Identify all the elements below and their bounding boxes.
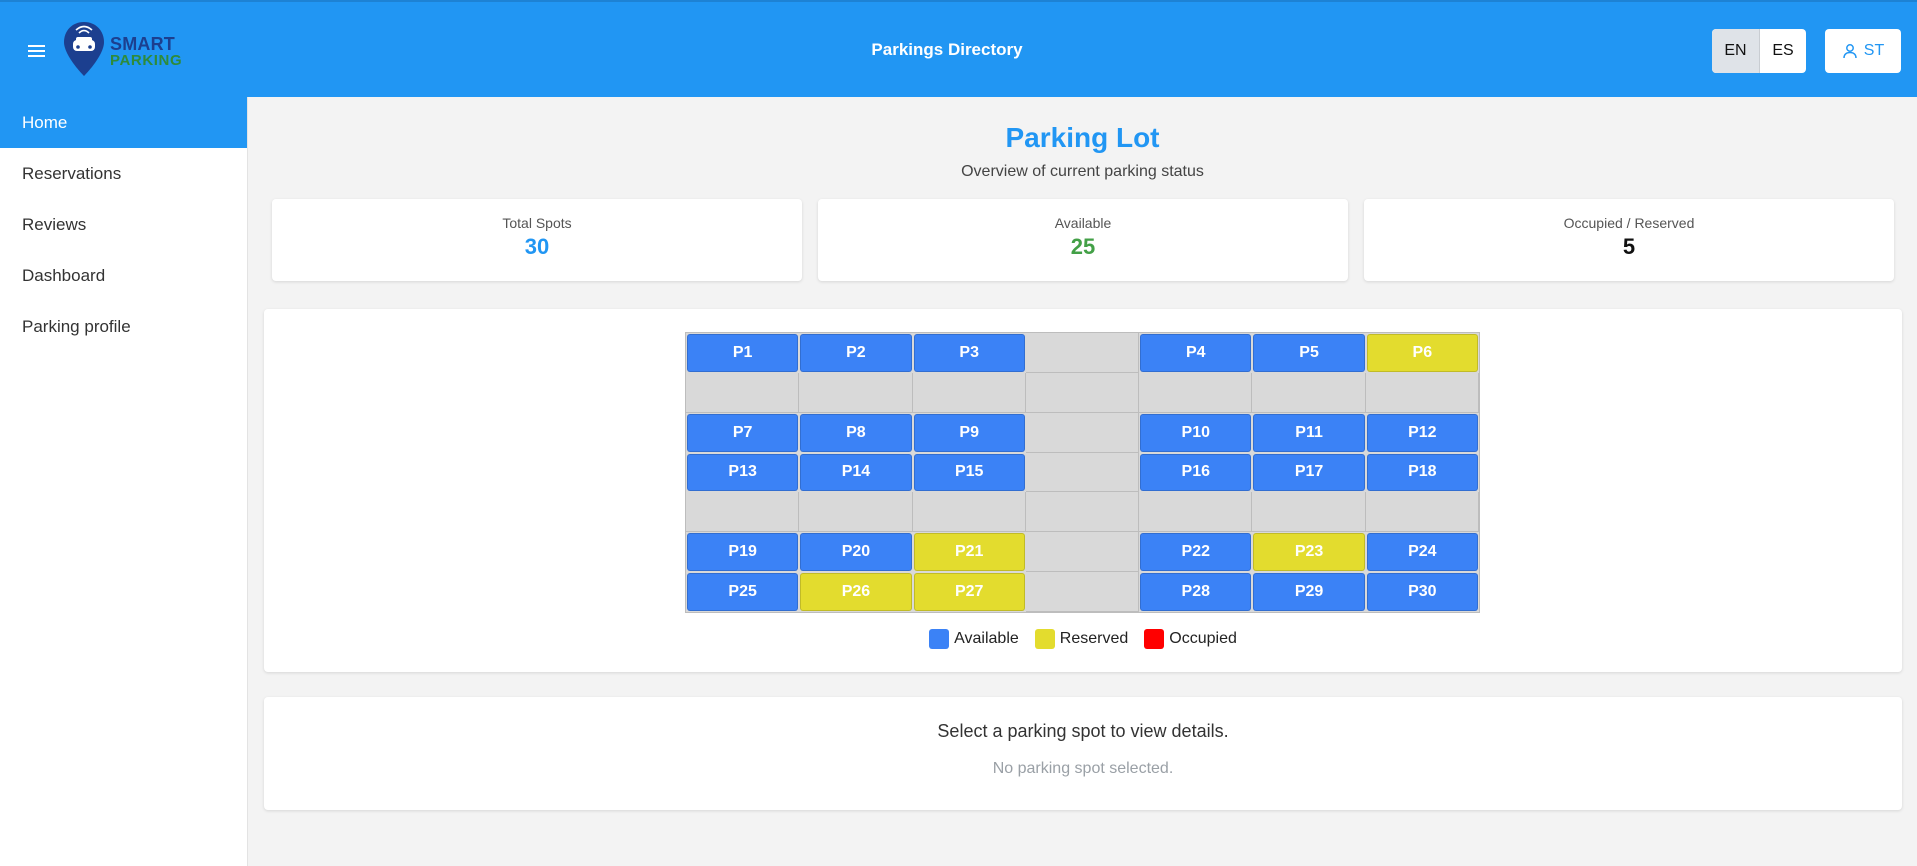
- page-title: Parking Lot: [1005, 122, 1160, 153]
- parking-spot-p19[interactable]: P19: [687, 533, 799, 572]
- details-empty-state: No parking spot selected.: [992, 760, 1174, 777]
- parking-spot-p15[interactable]: P15: [913, 453, 1025, 492]
- parking-spot-p29[interactable]: P29: [1253, 573, 1365, 611]
- parking-spot-p28[interactable]: P28: [1140, 573, 1252, 611]
- empty-lane-cell: [686, 372, 800, 413]
- parking-spot-p17[interactable]: P17: [1253, 453, 1365, 492]
- stat-card-total: Total Spots 30: [272, 199, 802, 281]
- empty-lane-cell: [912, 372, 1026, 413]
- sidebar-item-home[interactable]: Home: [0, 97, 247, 148]
- parking-spot-p4[interactable]: P4: [1140, 334, 1252, 372]
- stat-total-label: Total Spots: [502, 215, 572, 231]
- user-menu-button[interactable]: ST: [1825, 29, 1901, 73]
- parking-spot-p8[interactable]: P8: [800, 413, 912, 452]
- empty-lane-cell: [1025, 572, 1140, 612]
- parking-spot-p7[interactable]: P7: [687, 413, 799, 452]
- page-subtitle: Overview of current parking status: [961, 163, 1204, 180]
- sidebar-item-reviews[interactable]: Reviews: [0, 199, 247, 250]
- empty-lane-cell: [1139, 492, 1253, 533]
- parking-spot-p1[interactable]: P1: [687, 334, 799, 372]
- sidebar: Home Reservations Reviews Dashboard Park…: [0, 97, 248, 866]
- parking-spot-p22[interactable]: P22: [1140, 533, 1252, 572]
- empty-lane-cell: [1025, 452, 1140, 493]
- parking-map-card: P1 P2 P3 P4 P5 P6 P7 P8 P9 P10 P11 P12 P13 P14 P15 P16 P…: [264, 309, 1902, 672]
- legend-swatch-occupied: [1144, 629, 1165, 649]
- parking-spot-p12[interactable]: P12: [1366, 413, 1478, 452]
- legend-label-available: Available: [954, 630, 1019, 647]
- details-prompt: Select a parking spot to view details.: [937, 721, 1229, 741]
- language-en-button[interactable]: EN: [1712, 29, 1759, 73]
- empty-lane-cell: [1025, 333, 1140, 373]
- empty-lane-cell: [1139, 372, 1253, 413]
- parking-spot-p18[interactable]: P18: [1366, 453, 1478, 492]
- legend-swatch-available: [929, 629, 950, 649]
- parking-spot-p10[interactable]: P10: [1140, 413, 1252, 452]
- parking-spot-p21[interactable]: P21: [913, 533, 1025, 572]
- legend-item-reserved: Reserved: [1034, 629, 1129, 649]
- stat-occupied-label: Occupied / Reserved: [1563, 215, 1695, 231]
- parking-spot-p27[interactable]: P27: [913, 573, 1025, 611]
- stat-available-label: Available: [1054, 215, 1112, 231]
- empty-lane-cell: [1252, 372, 1366, 413]
- user-icon: [1843, 44, 1857, 59]
- parking-spot-p16[interactable]: P16: [1140, 453, 1252, 492]
- stat-card-occupied: Occupied / Reserved 5: [1364, 199, 1894, 281]
- empty-lane-cell: [1025, 532, 1140, 573]
- empty-lane-cell: [1252, 492, 1366, 533]
- empty-lane-cell: [686, 492, 800, 533]
- parking-spot-p23[interactable]: P23: [1253, 533, 1365, 572]
- user-initials: ST: [1863, 42, 1885, 59]
- empty-lane-cell: [1025, 372, 1140, 413]
- parking-spot-p30[interactable]: P30: [1366, 573, 1478, 611]
- parking-spot-p24[interactable]: P24: [1366, 533, 1478, 572]
- legend-swatch-reserved: [1034, 629, 1055, 649]
- stat-occupied-value: 5: [1622, 234, 1636, 259]
- empty-lane-cell: [1025, 412, 1140, 453]
- parking-lot-grid: P1 P2 P3 P4 P5 P6 P7 P8 P9 P10 P11 P12 P13 P14 P15 P16 P…: [685, 332, 1480, 613]
- parking-spot-p6[interactable]: P6: [1366, 334, 1478, 372]
- parking-spot-p26[interactable]: P26: [800, 573, 912, 611]
- sidebar-item-parking-profile[interactable]: Parking profile: [0, 301, 247, 352]
- empty-lane-cell: [1365, 492, 1479, 533]
- parking-spot-p11[interactable]: P11: [1253, 413, 1365, 452]
- empty-lane-cell: [799, 372, 913, 413]
- parking-spot-p14[interactable]: P14: [800, 453, 912, 492]
- legend-label-reserved: Reserved: [1059, 630, 1129, 647]
- sidebar-item-dashboard[interactable]: Dashboard: [0, 250, 247, 301]
- parking-spot-p5[interactable]: P5: [1253, 334, 1365, 372]
- parking-spot-p13[interactable]: P13: [687, 453, 799, 492]
- legend-item-occupied: Occupied: [1144, 629, 1237, 649]
- empty-lane-cell: [912, 492, 1026, 533]
- language-switcher: EN ES: [1712, 29, 1806, 73]
- parking-spot-p9[interactable]: P9: [913, 413, 1025, 452]
- top-app-bar: SMART PARKING Parkings Directory EN ES S…: [0, 0, 1917, 97]
- stat-available-value: 25: [1070, 234, 1096, 259]
- parking-spot-p20[interactable]: P20: [800, 533, 912, 572]
- parking-spot-p3[interactable]: P3: [913, 334, 1025, 372]
- header-title: Parkings Directory: [871, 40, 1023, 59]
- spot-details-card: Select a parking spot to view details. N…: [264, 697, 1902, 810]
- stat-card-available: Available 25: [818, 199, 1348, 281]
- stat-total-value: 30: [524, 234, 550, 259]
- empty-lane-cell: [1025, 492, 1140, 533]
- empty-lane-cell: [799, 492, 913, 533]
- parking-spot-p25[interactable]: P25: [687, 573, 799, 611]
- parking-spot-p2[interactable]: P2: [800, 334, 912, 372]
- language-es-button[interactable]: ES: [1759, 29, 1806, 73]
- sidebar-item-reservations[interactable]: Reservations: [0, 148, 247, 199]
- legend: Available Reserved Occupied: [264, 629, 1902, 649]
- legend-label-occupied: Occupied: [1169, 630, 1237, 647]
- empty-lane-cell: [1365, 372, 1479, 413]
- legend-item-available: Available: [929, 629, 1019, 649]
